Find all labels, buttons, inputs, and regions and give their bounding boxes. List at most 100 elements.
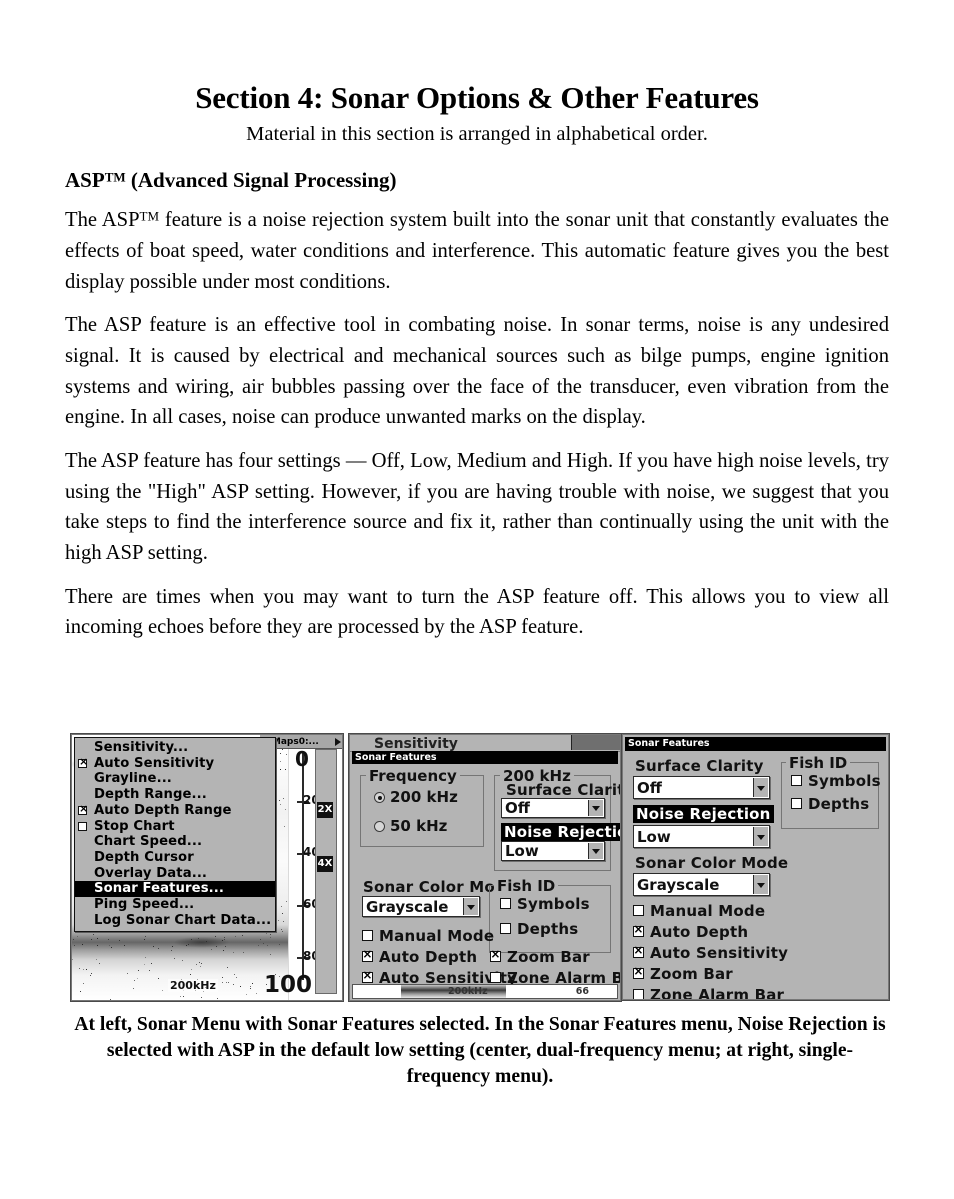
- checkbox-zone-alarm-bar[interactable]: Zone Alarm Bar: [633, 986, 784, 999]
- sonar-speck: [153, 945, 155, 947]
- noise-rejection-label[interactable]: Noise Rejection: [633, 805, 774, 823]
- checkbox-manual-mode[interactable]: Manual Mode: [633, 902, 765, 920]
- sonar-speck: [234, 973, 236, 975]
- sonar-speck: [246, 993, 248, 995]
- sonar-speck: [283, 826, 285, 828]
- chevron-down-icon[interactable]: [463, 898, 478, 915]
- noise-rejection-dropdown[interactable]: Low: [633, 825, 770, 848]
- sonar-speck: [235, 935, 237, 937]
- checkbox-auto-depth[interactable]: Auto Depth: [633, 922, 748, 941]
- heading-asp: ASPTM (Advanced Signal Processing): [65, 145, 889, 192]
- menu-item[interactable]: Depth Range...: [75, 787, 275, 803]
- figure-caption: At left, Sonar Menu with Sonar Features …: [74, 1014, 886, 1088]
- strip-depth-reading: 66: [575, 986, 589, 997]
- noise-rejection-label[interactable]: Noise Rejection: [501, 823, 620, 841]
- menu-item[interactable]: Stop Chart: [75, 819, 275, 835]
- checkbox-fish-symbols[interactable]: Symbols: [791, 772, 881, 790]
- heading-asp-prefix: ASP: [65, 168, 105, 193]
- zoom-bar[interactable]: 2X 4X: [315, 749, 337, 994]
- noise-rejection-dropdown[interactable]: Low: [501, 841, 605, 861]
- sonar-speck: [266, 932, 268, 934]
- sonar-speck: [249, 986, 251, 988]
- checkbox-fish-depths[interactable]: Depths: [500, 920, 578, 938]
- sonar-speck: [206, 940, 208, 942]
- checked-checkbox-icon[interactable]: [78, 756, 88, 768]
- sonar-speck: [242, 952, 244, 954]
- sonar-color-mode-dropdown[interactable]: Grayscale: [362, 896, 480, 917]
- sonar-speck: [190, 973, 192, 975]
- menu-item[interactable]: Depth Cursor: [75, 850, 275, 866]
- checkbox-fish-symbols[interactable]: Symbols: [500, 895, 590, 913]
- sonar-speck: [227, 981, 229, 983]
- checkbox-manual-mode[interactable]: Manual Mode: [362, 927, 494, 945]
- menu-item[interactable]: Sensitivity...: [75, 740, 275, 756]
- sonar-menu-screenshot: 3:Maps0:... 0 20 40 60 80 2X 4X 200kHz 1…: [71, 734, 343, 1001]
- sonar-speck: [278, 943, 280, 945]
- chevron-down-icon[interactable]: [753, 778, 768, 797]
- sonar-color-mode-dropdown[interactable]: Grayscale: [633, 873, 770, 896]
- ghost-menu-label: Sensitivity: [374, 736, 458, 752]
- sonar-speck: [188, 944, 190, 946]
- sonar-dropdown-menu: Sensitivity...Auto SensitivityGrayline..…: [74, 737, 276, 933]
- sonar-speck: [136, 977, 138, 979]
- sonar-speck: [170, 949, 172, 951]
- menu-item-label: Ping Speed...: [94, 897, 195, 913]
- checkbox-auto-sensitivity[interactable]: Auto Sensitivity: [633, 943, 788, 962]
- chevron-down-icon[interactable]: [753, 827, 768, 846]
- right-triangle-icon: [335, 738, 341, 746]
- sonar-speck: [256, 992, 258, 994]
- surface-clarity-dropdown[interactable]: Off: [633, 776, 770, 799]
- sonar-speck: [200, 966, 202, 968]
- radio-50khz[interactable]: 50 kHz: [374, 817, 447, 835]
- sonar-speck: [182, 996, 184, 998]
- menu-item[interactable]: Auto Sensitivity: [75, 756, 275, 772]
- surface-clarity-dropdown[interactable]: Off: [501, 798, 605, 818]
- checkbox-zoom-bar[interactable]: Zoom Bar: [490, 947, 590, 966]
- sonar-speck: [158, 948, 160, 950]
- noise-rejection-value: Low: [505, 842, 539, 860]
- checkbox-auto-depth[interactable]: Auto Depth: [362, 947, 477, 966]
- sonar-speck: [151, 963, 153, 965]
- menu-item[interactable]: Auto Depth Range: [75, 803, 275, 819]
- sonar-speck: [257, 944, 259, 946]
- menu-item[interactable]: Log Sonar Chart Data...: [75, 913, 275, 929]
- sonar-speck: [259, 939, 261, 941]
- sonar-speck: [180, 996, 182, 998]
- checkbox-zoom-bar[interactable]: Zoom Bar: [633, 964, 733, 983]
- menu-item[interactable]: Grayline...: [75, 771, 275, 787]
- menu-item[interactable]: Sonar Features...: [75, 881, 275, 898]
- sonar-speck: [240, 985, 242, 987]
- chevron-down-icon[interactable]: [753, 875, 768, 894]
- menu-item[interactable]: Chart Speed...: [75, 834, 275, 850]
- chevron-down-icon[interactable]: [588, 843, 603, 859]
- sonar-speck: [225, 982, 227, 984]
- sonar-speck: [158, 977, 160, 979]
- menu-item-label: Log Sonar Chart Data...: [94, 912, 272, 928]
- radio-200khz[interactable]: 200 kHz: [374, 788, 458, 806]
- paragraph-1: The ASPTM feature is a noise rejection s…: [65, 192, 889, 297]
- sonar-speck: [250, 988, 252, 990]
- sonar-speck: [143, 964, 145, 966]
- figure-screenshots: 3:Maps0:... 0 20 40 60 80 2X 4X 200kHz 1…: [71, 734, 889, 1004]
- checked-checkbox-icon[interactable]: [78, 803, 88, 815]
- unchecked-checkbox-icon[interactable]: [78, 821, 87, 831]
- sonar-speck: [85, 969, 87, 971]
- sonar-chart-display: 3:Maps0:... 0 20 40 60 80 2X 4X 200kHz 1…: [72, 735, 342, 1000]
- menu-item-label: Stop Chart: [94, 818, 175, 834]
- sonar-speck: [77, 936, 79, 938]
- trademark-symbol: TM: [104, 169, 126, 185]
- sonar-speck: [82, 943, 84, 945]
- sonar-speck: [118, 939, 120, 941]
- checkbox-fish-depths[interactable]: Depths: [791, 795, 869, 813]
- zoom-tag-2x: 2X: [317, 802, 333, 818]
- sonar-speck: [262, 943, 264, 945]
- sonar-speck: [285, 900, 287, 902]
- sonar-speck: [222, 940, 224, 942]
- sonar-speck: [96, 944, 98, 946]
- sonar-speck: [145, 957, 147, 959]
- menu-item-label: Sonar Features...: [94, 881, 224, 897]
- sonar-speck: [78, 967, 80, 969]
- menu-item[interactable]: Ping Speed...: [75, 897, 275, 913]
- chevron-down-icon[interactable]: [588, 800, 603, 816]
- menu-item[interactable]: Overlay Data...: [75, 866, 275, 882]
